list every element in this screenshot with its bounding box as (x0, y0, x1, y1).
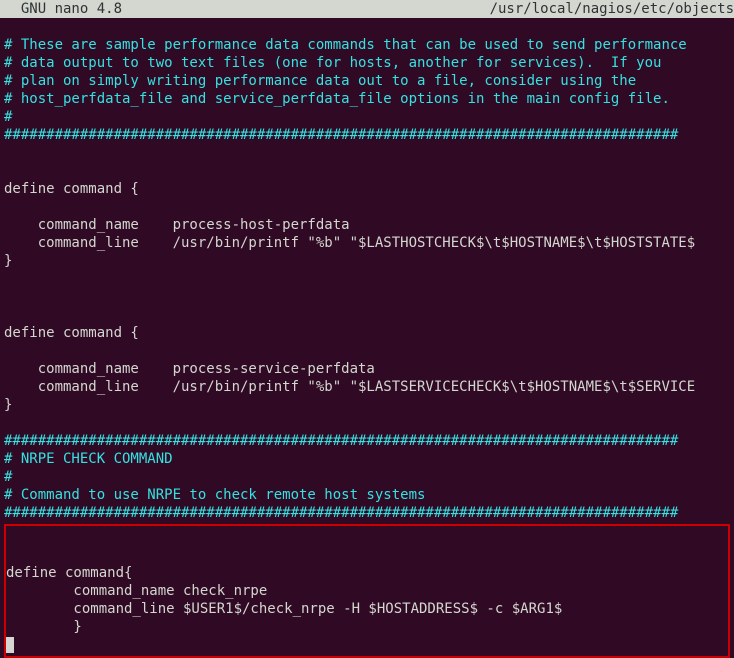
separator-line: ########################################… (4, 433, 678, 449)
comment-line: # (4, 469, 12, 485)
command-line-line: command_line $USER1$/check_nrpe -H $HOST… (6, 601, 562, 617)
editor-name: GNU nano 4.8 (0, 0, 122, 18)
comment-line: # data output to two text files (one for… (4, 55, 661, 71)
define-close: } (4, 397, 12, 413)
define-close: } (4, 253, 12, 269)
comment-line: # These are sample performance data comm… (4, 37, 687, 53)
comment-line: # (4, 109, 12, 125)
comment-line: # NRPE CHECK COMMAND (4, 451, 173, 467)
comment-line: # plan on simply writing performance dat… (4, 73, 636, 89)
define-open: define command { (4, 325, 139, 341)
command-line-line: command_line /usr/bin/printf "%b" "$LAST… (4, 235, 695, 251)
separator-line: ########################################… (4, 127, 678, 143)
define-close: } (6, 619, 82, 635)
command-name-line: command_name check_nrpe (6, 583, 267, 599)
command-line-line: command_line /usr/bin/printf "%b" "$LAST… (4, 379, 695, 395)
text-cursor (6, 637, 14, 653)
comment-line: # Command to use NRPE to check remote ho… (4, 487, 425, 503)
file-path: /usr/local/nagios/etc/objects (490, 0, 734, 18)
define-open: define command { (4, 181, 139, 197)
nano-titlebar: GNU nano 4.8 /usr/local/nagios/etc/objec… (0, 0, 734, 18)
separator-line: ########################################… (4, 505, 678, 521)
command-name-line: command_name process-host-perfdata (4, 217, 350, 233)
comment-line: # host_perfdata_file and service_perfdat… (4, 91, 670, 107)
highlighted-block: define command{ command_name check_nrpe … (4, 524, 730, 658)
editor-content[interactable]: # These are sample performance data comm… (0, 18, 734, 522)
command-name-line: command_name process-service-perfdata (4, 361, 375, 377)
define-open: define command{ (6, 565, 132, 581)
